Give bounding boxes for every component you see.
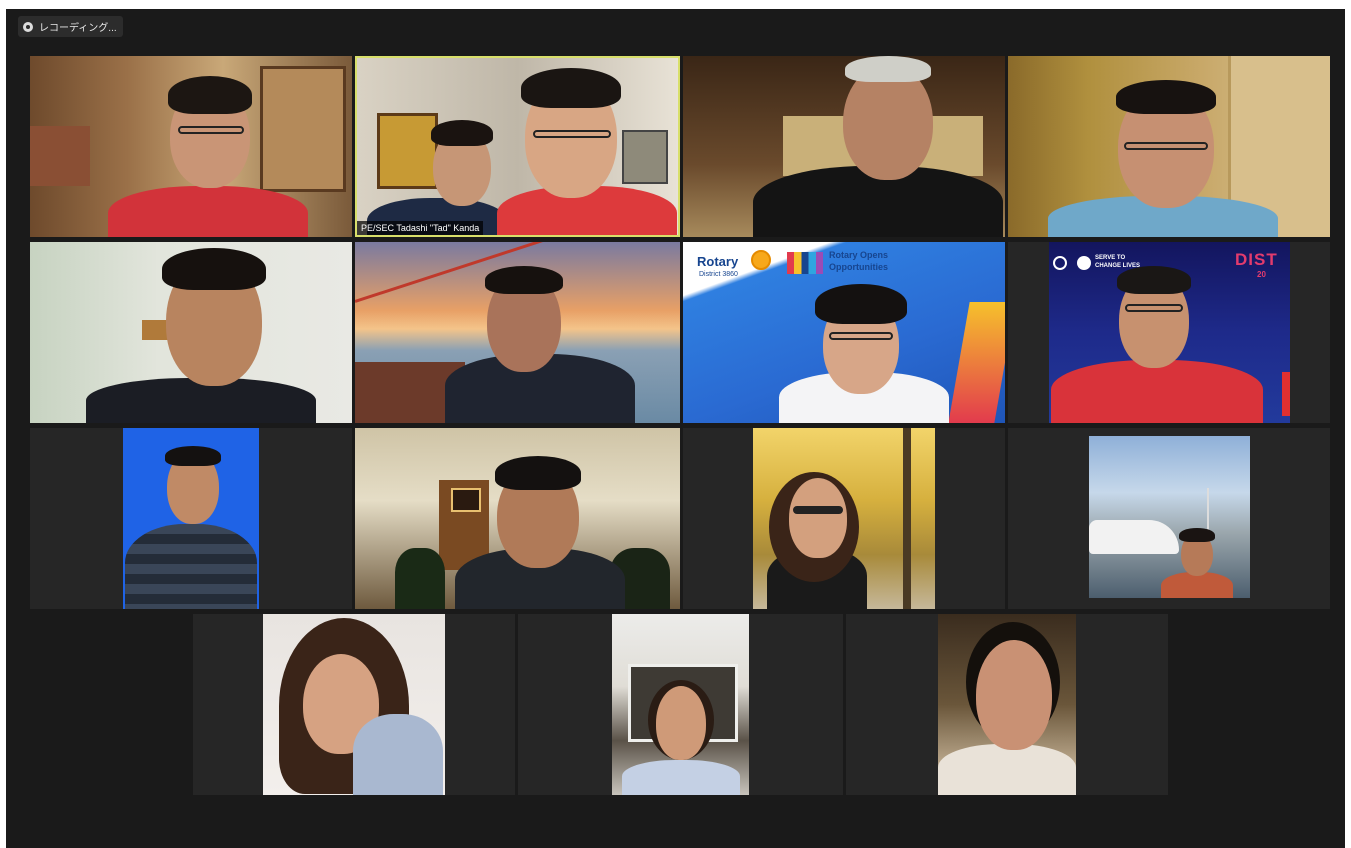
video-tile-5[interactable] <box>30 242 352 423</box>
rotary-banner-slogan-2: Opportunities <box>829 262 888 272</box>
video-tile-8[interactable]: SERVE TO CHANGE LIVES DIST 20 <box>1008 242 1330 423</box>
video-tile-14[interactable] <box>518 614 843 795</box>
serve-to-change-lives-icon <box>1077 256 1091 270</box>
video-tile-10[interactable] <box>355 428 680 609</box>
rotary-banner-brand: Rotary <box>697 254 739 269</box>
district-banner-year: 20 <box>1257 270 1266 279</box>
video-tile-1[interactable] <box>30 56 352 237</box>
rotary-theme-logo <box>787 252 823 274</box>
rotary-banner-district: District 3860 <box>699 271 738 278</box>
video-tile-6[interactable] <box>355 242 680 423</box>
recording-label: レコーディング... <box>39 23 117 34</box>
district-banner-text: DIST <box>1235 250 1278 269</box>
video-tile-3[interactable] <box>683 56 1005 237</box>
serve-banner-line-1: SERVE TO <box>1095 255 1126 261</box>
video-tile-4[interactable] <box>1008 56 1330 237</box>
video-tile-13[interactable] <box>193 614 515 795</box>
rotary-wheel-icon <box>751 250 771 270</box>
rotary-banner-slogan-1: Rotary Opens <box>829 250 889 260</box>
record-icon <box>23 21 33 32</box>
video-tile-9[interactable] <box>30 428 352 609</box>
rotary-wheel-icon <box>1053 256 1067 270</box>
video-tile-7[interactable]: Rotary District 3860 Rotary Opens Opport… <box>683 242 1005 423</box>
video-tile-15[interactable] <box>846 614 1168 795</box>
recording-indicator[interactable]: レコーディング... <box>18 16 123 37</box>
meeting-window: レコーディング... PE/SEC Tadashi "Tad" Kanda Ro… <box>6 9 1345 848</box>
participant-name-label: PE/SEC Tadashi "Tad" Kanda <box>357 221 484 235</box>
video-tile-2[interactable]: PE/SEC Tadashi "Tad" Kanda <box>355 56 680 237</box>
video-tile-11[interactable] <box>683 428 1005 609</box>
video-tile-12[interactable] <box>1008 428 1330 609</box>
